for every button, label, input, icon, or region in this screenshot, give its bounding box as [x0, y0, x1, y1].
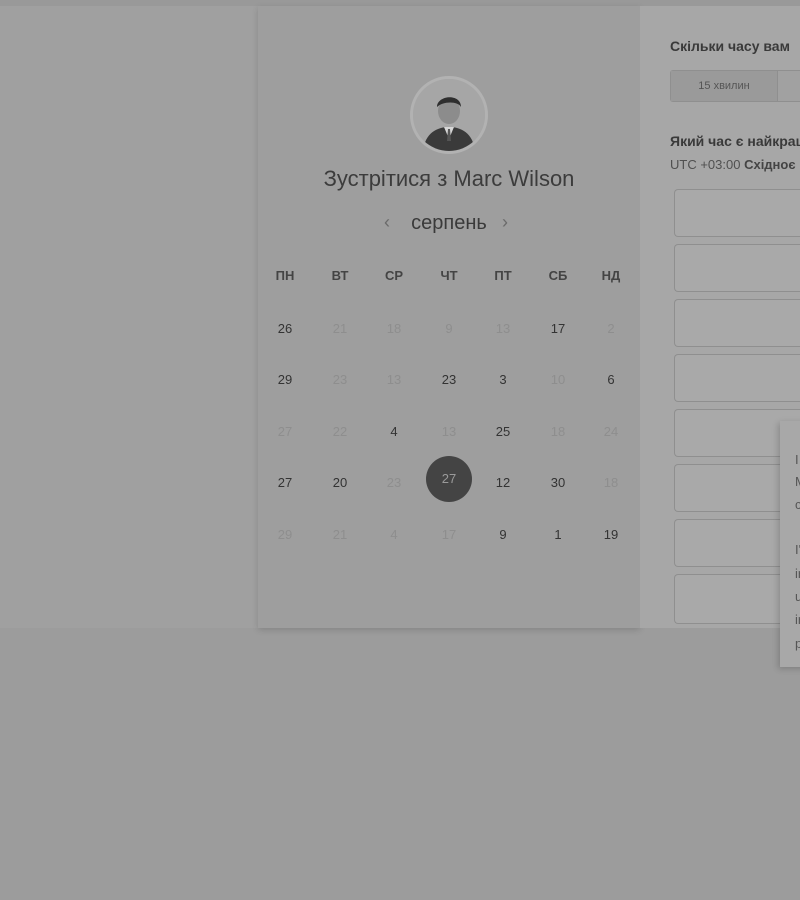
- calendar-day[interactable]: 30: [535, 460, 581, 506]
- calendar-day[interactable]: 4: [371, 409, 417, 455]
- meeting-title: Зустрітися з Marc Wilson: [323, 166, 575, 191]
- timezone-name: Східноє: [744, 157, 796, 172]
- cookie-popup: I M c I' ir u ir p: [780, 421, 800, 667]
- calendar-day: 29: [277, 527, 293, 542]
- calendar-day[interactable]: 23: [426, 357, 472, 403]
- calendar-day[interactable]: 9: [480, 512, 526, 558]
- time-question: Який час є найкращ: [670, 133, 800, 149]
- calendar-grid: 26 21 18 9 13 17 2 29 23 13 23 3 10 6 27…: [258, 306, 640, 566]
- timezone-label: UTC +03:00 Східноє: [670, 157, 800, 172]
- calendar-day[interactable]: 29: [262, 357, 308, 403]
- calendar-day: 21: [332, 527, 348, 542]
- calendar-day: 22: [332, 424, 348, 439]
- month-label: серпень: [411, 212, 487, 234]
- time-slot[interactable]: [674, 354, 800, 402]
- calendar-panel: Зустрітися з Marc Wilson ‹ серпень › ПН …: [258, 6, 640, 628]
- popup-text-line: ir: [795, 612, 800, 627]
- time-slot[interactable]: [674, 189, 800, 237]
- calendar-day: 24: [603, 424, 619, 439]
- popup-text-line: I': [795, 542, 800, 557]
- page-backdrop-bottom: [0, 628, 800, 900]
- weekday-thu: ЧТ: [440, 268, 458, 283]
- weekday-sun: НД: [601, 268, 621, 283]
- time-slot[interactable]: [674, 244, 800, 292]
- calendar-day[interactable]: 20: [317, 460, 363, 506]
- duration-question: Скільки часу вам: [670, 38, 790, 54]
- weekday-wed: СР: [384, 268, 404, 283]
- calendar-day[interactable]: 12: [480, 460, 526, 506]
- calendar-day[interactable]: 17: [535, 306, 581, 352]
- page-backdrop-left: [0, 6, 258, 628]
- booking-panel: Скільки часу вам 15 хвилин Який час є на…: [640, 6, 800, 628]
- weekday-fri: ПТ: [494, 268, 512, 283]
- calendar-day: 13: [441, 424, 457, 439]
- weekday-tue: ВТ: [331, 268, 349, 283]
- weekday-sat: СБ: [548, 268, 568, 283]
- calendar-day: 4: [390, 527, 398, 542]
- calendar-day: 21: [332, 321, 348, 336]
- host-avatar: [410, 76, 488, 154]
- popup-text-line: c: [795, 497, 800, 512]
- calendar-day: 9: [445, 321, 453, 336]
- selected-day[interactable]: 27: [426, 456, 472, 502]
- popup-text-line: I: [795, 452, 799, 467]
- calendar-day: 23: [386, 475, 402, 490]
- calendar-day: 18: [603, 475, 619, 490]
- calendar-day: 23: [332, 372, 348, 387]
- calendar-day[interactable]: 25: [480, 409, 526, 455]
- calendar-day[interactable]: 26: [262, 306, 308, 352]
- time-slot[interactable]: [674, 299, 800, 347]
- calendar-day: 13: [386, 372, 402, 387]
- calendar-day: 18: [386, 321, 402, 336]
- next-month-icon[interactable]: ›: [502, 212, 508, 233]
- calendar-day: 27: [277, 424, 293, 439]
- calendar-day[interactable]: 6: [588, 357, 634, 403]
- popup-text-line: p: [795, 636, 800, 651]
- month-navigation: ‹ серпень ›: [258, 210, 640, 238]
- calendar-day[interactable]: 3: [480, 357, 526, 403]
- calendar-day: 13: [495, 321, 511, 336]
- calendar-day: 10: [550, 372, 566, 387]
- duration-selector: 15 хвилин: [670, 70, 800, 102]
- duration-15-button[interactable]: 15 хвилин: [671, 71, 778, 101]
- popup-text-line: M: [795, 474, 800, 489]
- timezone-offset: UTC +03:00: [670, 157, 741, 172]
- popup-text-line: ir: [795, 566, 800, 581]
- calendar-day: 17: [441, 527, 457, 542]
- calendar-day: 2: [607, 321, 615, 336]
- weekday-mon: ПН: [275, 268, 295, 283]
- calendar-day[interactable]: 1: [535, 512, 581, 558]
- weekday-header: ПН ВТ СР ЧТ ПТ СБ НД: [258, 268, 640, 288]
- calendar-day[interactable]: 27: [262, 460, 308, 506]
- popup-text-line: u: [795, 589, 800, 604]
- calendar-day: 18: [550, 424, 566, 439]
- calendar-day[interactable]: 19: [588, 512, 634, 558]
